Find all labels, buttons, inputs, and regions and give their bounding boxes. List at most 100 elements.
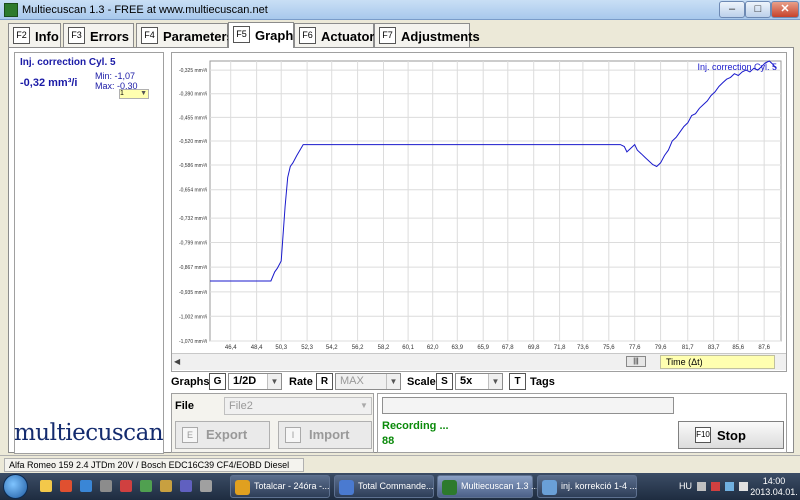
y-tick-label: -0,732 mm³/i [179,216,207,222]
multiecuscan-logo: multiecuscan [14,420,164,446]
maximize-button[interactable]: □ [745,1,771,18]
chevron-down-icon: ▼ [488,374,502,389]
app-icon[interactable] [180,480,192,492]
file-select[interactable]: File2 ▼ [224,397,372,415]
task-total-commander[interactable]: Total Commande... [334,475,434,498]
x-tick-label: 65,9 [477,345,489,351]
tab-key: F5 [233,26,250,43]
chevron-down-icon: ▼ [360,401,368,410]
parameter-value: -0,32 mm³/i [20,77,78,89]
file-label: File [175,400,194,412]
tab-parameters[interactable]: F4 Parameters [136,23,234,47]
rate-select[interactable]: MAX ▼ [335,373,401,390]
task-totalcar[interactable]: Totalcar - 24óra -... [230,475,330,498]
y-tick-label: -1,070 mm³/i [179,339,207,345]
x-tick-label: 50,3 [275,345,287,351]
x-tick-label: 62,0 [427,345,439,351]
x-tick-label: 48,4 [251,345,263,351]
tray-app-icon[interactable] [711,482,720,491]
y-tick-label: -0,654 mm³/i [179,188,207,194]
app-icon[interactable] [100,480,112,492]
scroll-thumb[interactable]: ||| [626,356,646,367]
tab-key: F4 [141,27,158,44]
export-button[interactable]: E Export [175,421,270,449]
task-label: Multiecuscan 1.3 ... [461,481,539,491]
y-tick-label: -0,390 mm³/i [179,92,207,98]
opera-icon[interactable] [120,480,132,492]
tray-arrow-icon[interactable] [697,482,706,491]
tags-label: Tags [530,376,555,388]
y-tick-label: -0,935 mm³/i [179,290,207,296]
rate-key[interactable]: R [316,373,333,390]
status-bar: Alfa Romeo 159 2.4 JTDm 20V / Bosch EDC1… [0,455,800,482]
tab-info[interactable]: F2 Info [8,23,61,47]
import-label: Import [309,427,350,442]
network-icon[interactable] [725,482,734,491]
graphs-select[interactable]: 1/2D ▼ [228,373,282,390]
import-button[interactable]: I Import [278,421,372,449]
stop-label: Stop [717,428,746,443]
app-icon[interactable] [140,480,152,492]
graphs-select-value: 1/2D [233,375,257,387]
stop-button[interactable]: F10 Stop [678,421,784,449]
tab-actuators[interactable]: F6 Actuators [294,23,382,47]
language-indicator[interactable]: HU [679,481,692,491]
task-label: Totalcar - 24óra -... [254,481,330,491]
chrome-icon [235,480,250,495]
time-axis-label: Time (Δt) [660,355,775,369]
x-tick-label: 73,6 [577,345,589,351]
scale-label: Scale [407,376,436,388]
chevron-down-icon: ▼ [140,90,147,97]
close-button[interactable]: ✕ [771,1,799,18]
tab-label: Errors [90,29,130,44]
task-image-viewer[interactable]: inj. korrekció 1-4 ... [537,475,637,498]
start-button[interactable] [3,474,28,499]
image-viewer-icon [542,480,557,495]
scale-key[interactable]: S [436,373,453,390]
y-tick-label: -0,455 mm³/i [179,115,207,121]
clock-time[interactable]: 14:00 [753,476,795,486]
minimize-button[interactable]: – [719,1,745,18]
y-tick-label: -0,586 mm³/i [179,163,207,169]
graphs-key[interactable]: G [209,373,226,390]
x-tick-label: 60,1 [402,345,414,351]
multiecuscan-icon [442,480,457,495]
time-scrollbar[interactable]: ◀ ||| Time (Δt) [172,353,786,370]
tab-errors[interactable]: F3 Errors [63,23,134,47]
graph-panel: -0,325 mm³/i -0,390 mm³/i -0,455 mm³/i -0,5… [171,52,787,372]
app-icon[interactable] [200,480,212,492]
parameter-panel[interactable]: Inj. correction Cyl. 5 -0,32 mm³/i Min: … [14,52,164,454]
y-tick-label: -0,867 mm³/i [179,265,207,271]
legend-label: Inj. correction Cyl. 5 [697,62,777,72]
folder-icon[interactable] [160,480,172,492]
clock-date[interactable]: 2013.04.01. [749,487,799,497]
progress-bar [382,397,674,414]
x-tick-label: 67,8 [502,345,514,351]
media-player-icon[interactable] [60,480,72,492]
task-multiecuscan[interactable]: Multiecuscan 1.3 ... [437,475,539,498]
x-tick-label: 58,2 [378,345,390,351]
chevron-down-icon: ▼ [267,374,281,389]
explorer-icon[interactable] [40,480,52,492]
tab-key: F2 [13,27,30,44]
x-tick-label: 87,6 [758,345,770,351]
x-tick-label: 85,6 [732,345,744,351]
task-label: inj. korrekció 1-4 ... [561,481,638,491]
scroll-left-icon[interactable]: ◀ [174,357,180,366]
sample-counter: 88 [382,435,395,447]
title-bar: Multiecuscan 1.3 - FREE at www.multiecus… [0,0,800,20]
x-tick-label: 54,2 [326,345,338,351]
line-color-select[interactable]: 1 ▼ [119,89,149,99]
tab-graph[interactable]: F5 Graph [228,22,294,48]
volume-icon[interactable] [739,482,748,491]
scale-select[interactable]: 5x ▼ [455,373,503,390]
plot-area [209,60,782,342]
browser-icon[interactable] [80,480,92,492]
tags-key[interactable]: T [509,373,526,390]
tab-adjustments[interactable]: F7 Adjustments [374,23,480,47]
x-tick-label: 69,8 [528,345,540,351]
window-title: Multiecuscan 1.3 - FREE at www.multiecus… [22,4,268,16]
tab-label: Actuators [321,29,382,44]
graphs-label: Graphs [171,376,210,388]
tab-label: Parameters [163,29,234,44]
